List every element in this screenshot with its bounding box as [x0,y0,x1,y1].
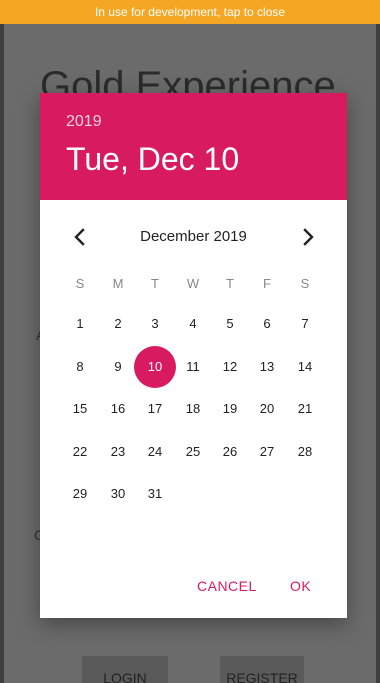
calendar-day[interactable]: 17 [136,390,174,428]
calendar-day[interactable]: 2 [99,305,137,343]
calendar-day[interactable]: 9 [99,348,137,386]
calendar-day[interactable]: 22 [61,433,99,471]
calendar-day-selected[interactable]: 10 [134,346,176,388]
date-picker-dialog: 2019 Tue, Dec 10 December 2019 SMTWTFS12… [40,93,347,618]
calendar-day[interactable]: 6 [248,305,286,343]
calendar-day[interactable]: 29 [61,475,99,513]
calendar-day[interactable]: 3 [136,305,174,343]
ok-button[interactable]: OK [290,566,311,606]
background-right-edge [376,24,380,683]
calendar-day[interactable]: 30 [99,475,137,513]
weekday-header: S [300,276,310,291]
calendar-day[interactable]: 8 [61,348,99,386]
calendar-day[interactable]: 27 [248,433,286,471]
calendar-day[interactable]: 14 [286,348,324,386]
calendar-day[interactable]: 5 [211,305,249,343]
weekday-header: M [112,276,124,291]
calendar-day[interactable]: 18 [174,390,212,428]
calendar-grid: S M T W T F S 1 2 3 4 5 6 7 8 9 10 11 12 13 14 15 16 17 18 19 20 21… [40,93,347,618]
background-left-edge [0,24,4,683]
login-button[interactable]: LOGIN [82,656,168,683]
weekday-header: S [75,276,85,291]
weekday-header: T [151,276,159,291]
calendar-day[interactable]: 28 [286,433,324,471]
calendar-day[interactable]: 23 [99,433,137,471]
dialog-actions: CANCEL OK [40,566,347,606]
weekday-header: W [186,276,200,291]
register-button[interactable]: REGISTER [220,656,304,683]
calendar-day[interactable]: 19 [211,390,249,428]
calendar-day[interactable]: 21 [286,390,324,428]
calendar-day[interactable]: 24 [136,433,174,471]
cancel-button[interactable]: CANCEL [197,566,257,606]
calendar-day[interactable]: 13 [248,348,286,386]
calendar-day[interactable]: 25 [174,433,212,471]
calendar-day[interactable]: 15 [61,390,99,428]
weekday-header: F [263,276,271,291]
calendar-day[interactable]: 16 [99,390,137,428]
calendar-day[interactable]: 26 [211,433,249,471]
dev-banner[interactable]: In use for development, tap to close [0,0,380,24]
calendar-day[interactable]: 31 [136,475,174,513]
calendar-day[interactable]: 12 [211,348,249,386]
weekday-header: T [226,276,234,291]
calendar-day[interactable]: 1 [61,305,99,343]
dev-banner-text: In use for development, tap to close [94,5,286,19]
calendar-day[interactable]: 4 [174,305,212,343]
calendar-day[interactable]: 7 [286,305,324,343]
calendar-day[interactable]: 20 [248,390,286,428]
calendar-day[interactable]: 11 [174,348,212,386]
